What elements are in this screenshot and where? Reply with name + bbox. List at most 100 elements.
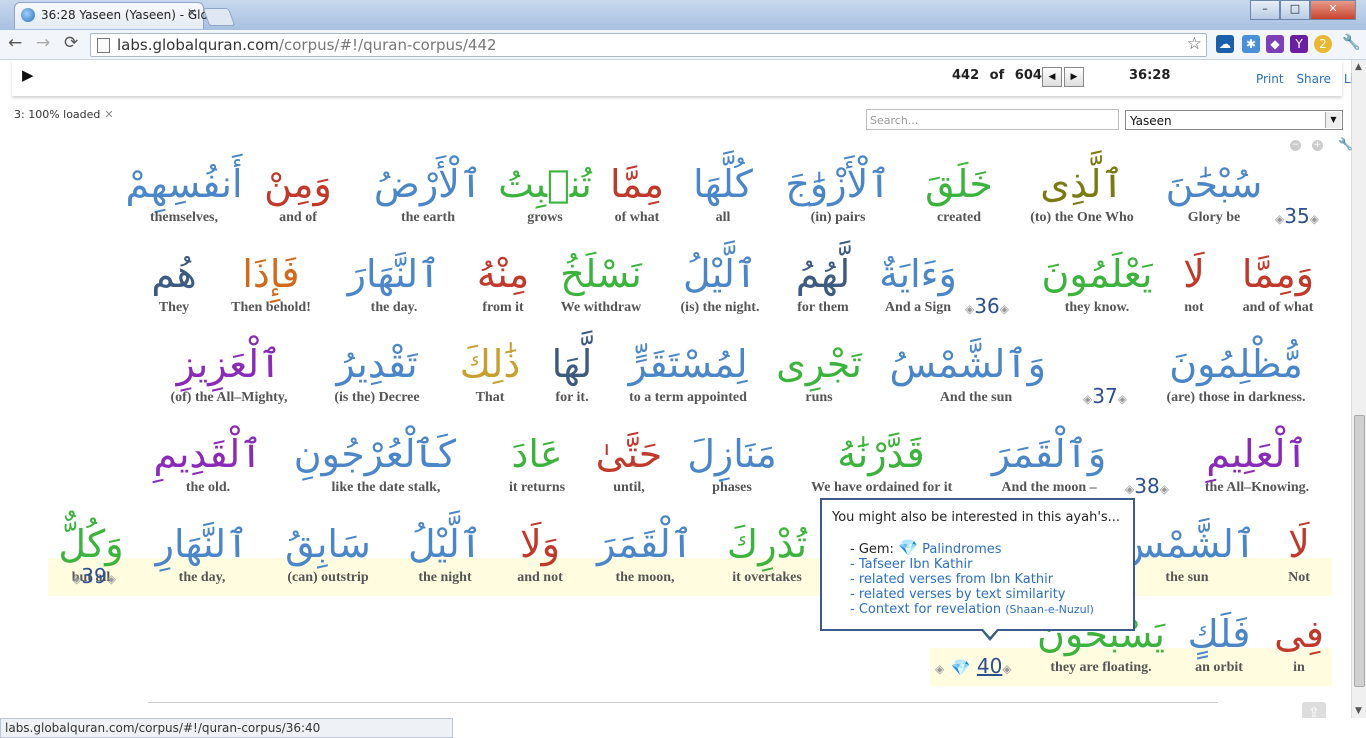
extension-cloud-icon[interactable]: ☁ bbox=[1216, 35, 1234, 53]
ornament-icon: ◈ bbox=[1002, 662, 1012, 676]
ayah-number[interactable]: ◈39◈ bbox=[72, 564, 116, 588]
word-item[interactable]: يَعْلَمُونَ they know. bbox=[1027, 248, 1167, 316]
ornament-icon: ◈ bbox=[935, 662, 945, 676]
share-icon[interactable]: ⇪ bbox=[1302, 702, 1326, 718]
title-bar: 36:28 Yaseen (Yaseen) - Glo ✕ – □ ✕ bbox=[0, 0, 1366, 30]
palindromes-link[interactable]: Palindromes bbox=[922, 542, 1001, 557]
maximize-button[interactable]: □ bbox=[1280, 0, 1310, 20]
arabic-word: هُم bbox=[151, 252, 197, 296]
ornament-icon: ◈ bbox=[965, 302, 975, 316]
ayah-number[interactable]: ◈ 💎 40◈ bbox=[935, 654, 1012, 678]
word-item[interactable]: هُم They bbox=[104, 248, 244, 316]
play-button[interactable]: ▶ bbox=[22, 66, 34, 84]
word-item[interactable]: تُدْرِكَ it overtakes bbox=[697, 518, 837, 586]
context-revelation-link[interactable]: - Context for revelation (Shaan-e-Nuzul) bbox=[850, 602, 1094, 617]
print-link[interactable]: Print bbox=[1256, 72, 1284, 86]
popup-gem-item[interactable]: - Gem: 💎 Palindromes bbox=[850, 540, 1094, 558]
extension-puzzle-icon[interactable]: ◆ bbox=[1266, 35, 1284, 53]
word-item[interactable]: ٱلشَّمْسُ the sun bbox=[1117, 518, 1257, 586]
settings-wrench-icon[interactable]: 🔧 bbox=[1338, 137, 1352, 151]
search-input[interactable]: Search... bbox=[866, 109, 1119, 130]
ayah-number[interactable]: ◈37◈ bbox=[1083, 384, 1127, 408]
ayah-number-text[interactable]: 36 bbox=[974, 294, 999, 318]
word-item[interactable]: كَٱلْعُرْجُونِ like the date stalk, bbox=[294, 428, 456, 496]
word-item[interactable]: ٱلْعَزِيزِ (of) the All–Mighty, bbox=[159, 338, 299, 406]
related-ibn-kathir-link[interactable]: - related verses from Ibn Kathir bbox=[850, 572, 1094, 587]
extension-badge-icon[interactable]: 2 bbox=[1314, 35, 1332, 53]
word-item[interactable]: عَادَ it returns bbox=[467, 428, 607, 496]
ayah-number[interactable]: ◈35◈ bbox=[1275, 204, 1319, 228]
chevron-down-icon[interactable]: ▼ bbox=[1325, 112, 1341, 128]
back-icon[interactable]: ← bbox=[8, 33, 22, 53]
ayah-number[interactable]: ◈38◈ bbox=[1125, 474, 1169, 498]
extension-yahoo-icon[interactable]: Y bbox=[1290, 35, 1308, 53]
page-total: 604 bbox=[1014, 68, 1042, 83]
word-item[interactable]: ٱلنَّهَارَ the day. bbox=[324, 248, 464, 316]
arabic-word: عَادَ bbox=[511, 432, 563, 476]
word-item[interactable]: وَٱلشَّمْسُ And the sun bbox=[889, 338, 1046, 406]
word-item[interactable]: أَنفُسِهِمْ themselves, bbox=[114, 158, 254, 226]
ornament-icon: ◈ bbox=[1275, 212, 1285, 226]
tab-close-icon[interactable]: ✕ bbox=[187, 6, 197, 20]
related-similarity-link[interactable]: - related verses by text similarity bbox=[850, 587, 1094, 602]
vertical-scrollbar[interactable]: ▲ ▼ bbox=[1351, 60, 1366, 718]
ornament-icon: ◈ bbox=[1309, 212, 1319, 226]
word-item[interactable]: تَجْرِى runs bbox=[749, 338, 889, 406]
bookmark-star-icon[interactable]: ☆ bbox=[1187, 34, 1202, 54]
word-item[interactable]: ٱلْأَرْضُ the earth bbox=[358, 158, 498, 226]
scroll-down-icon[interactable]: ▼ bbox=[1355, 706, 1362, 716]
word-item[interactable]: سُبْحَٰنَ Glory be bbox=[1144, 158, 1284, 226]
close-window-button[interactable]: ✕ bbox=[1310, 0, 1356, 20]
wrench-menu-icon[interactable]: 🔧 bbox=[1342, 33, 1361, 51]
prev-page-button[interactable]: ◀ bbox=[1042, 67, 1062, 87]
ayah-number-text[interactable]: 39 bbox=[81, 564, 106, 588]
forward-icon[interactable]: → bbox=[36, 33, 50, 53]
minimize-button[interactable]: – bbox=[1250, 0, 1280, 20]
translation-word: And the sun bbox=[939, 390, 1013, 405]
browser-tab[interactable]: 36:28 Yaseen (Yaseen) - Glo ✕ bbox=[14, 2, 208, 29]
word-item[interactable]: سَابِقُ (can) outstrip bbox=[258, 518, 398, 586]
ayah-number-text[interactable]: 37 bbox=[1092, 384, 1117, 408]
arabic-word: سَابِقُ bbox=[285, 522, 371, 566]
arabic-word: وَٱلشَّمْسُ bbox=[889, 342, 1046, 386]
word-item[interactable]: ٱلْقَدِيمِ the old. bbox=[138, 428, 278, 496]
url-text[interactable]: labs.globalquran.com/corpus/#!/quran-cor… bbox=[117, 36, 497, 54]
translation-word: the earth bbox=[400, 210, 456, 225]
expand-panel-icon[interactable]: + bbox=[1312, 140, 1323, 151]
reload-icon[interactable]: ⟳ bbox=[64, 33, 78, 53]
arabic-word: سُبْحَٰنَ bbox=[1165, 162, 1263, 206]
scroll-up-icon[interactable]: ▲ bbox=[1355, 62, 1362, 72]
next-page-button[interactable]: ▶ bbox=[1064, 67, 1084, 87]
ayah-number-text[interactable]: 38 bbox=[1134, 474, 1159, 498]
surah-select[interactable]: Yaseen ▼ bbox=[1125, 110, 1343, 130]
ayah-number[interactable]: ◈36◈ bbox=[965, 294, 1009, 318]
status-bar: labs.globalquran.com/corpus/#!/quran-cor… bbox=[0, 718, 453, 738]
link-link[interactable]: Link bbox=[1344, 72, 1352, 86]
extension-gear-icon[interactable]: ✱ bbox=[1242, 35, 1260, 53]
word-item[interactable]: ٱلَّيْلُ (is) the night. bbox=[650, 248, 790, 316]
word-item[interactable]: وَٱلْقَمَرَ And the moon – bbox=[979, 428, 1119, 496]
page-viewport: ▶ 442 of 604 ◀ ▶ 36:28 Print Share Link … bbox=[0, 60, 1352, 718]
translation-word: the sun bbox=[1165, 570, 1209, 585]
close-loading-icon[interactable]: ✕ bbox=[104, 108, 113, 121]
ornament-icon: ◈ bbox=[72, 572, 82, 586]
share-link[interactable]: Share bbox=[1296, 72, 1331, 86]
translation-word: (is the) Decree bbox=[334, 390, 420, 405]
scroll-thumb[interactable] bbox=[1354, 415, 1365, 687]
word-item[interactable]: خَلَقَ created bbox=[889, 158, 1029, 226]
new-tab-button[interactable] bbox=[202, 8, 236, 26]
globe-icon bbox=[21, 8, 35, 22]
word-item[interactable]: ٱلْعَلِيمِ the All–Knowing. bbox=[1187, 428, 1327, 496]
arabic-word: ٱلَّيْلُ bbox=[682, 252, 758, 296]
translation-word: (can) outstrip bbox=[287, 570, 369, 585]
tafseer-link[interactable]: - Tafseer Ibn Kathir bbox=[850, 557, 1094, 572]
word-item[interactable]: مُّظْلِمُونَ (are) those in darkness. bbox=[1166, 338, 1306, 406]
minimize-panel-icon[interactable]: − bbox=[1290, 140, 1301, 151]
ayah-number-text[interactable]: 40 bbox=[977, 654, 1002, 678]
word-item[interactable]: قَدَّرْنَٰهُ We have ordained for it bbox=[811, 428, 952, 496]
word-item[interactable]: تَقْدِيرُ (is the) Decree bbox=[307, 338, 447, 406]
address-bar[interactable]: labs.globalquran.com/corpus/#!/quran-cor… bbox=[90, 33, 1207, 57]
word-item[interactable]: ٱلَّذِى (to) the One Who bbox=[1012, 158, 1152, 226]
arabic-word: يَعْلَمُونَ bbox=[1041, 252, 1153, 296]
ayah-number-text[interactable]: 35 bbox=[1284, 204, 1309, 228]
